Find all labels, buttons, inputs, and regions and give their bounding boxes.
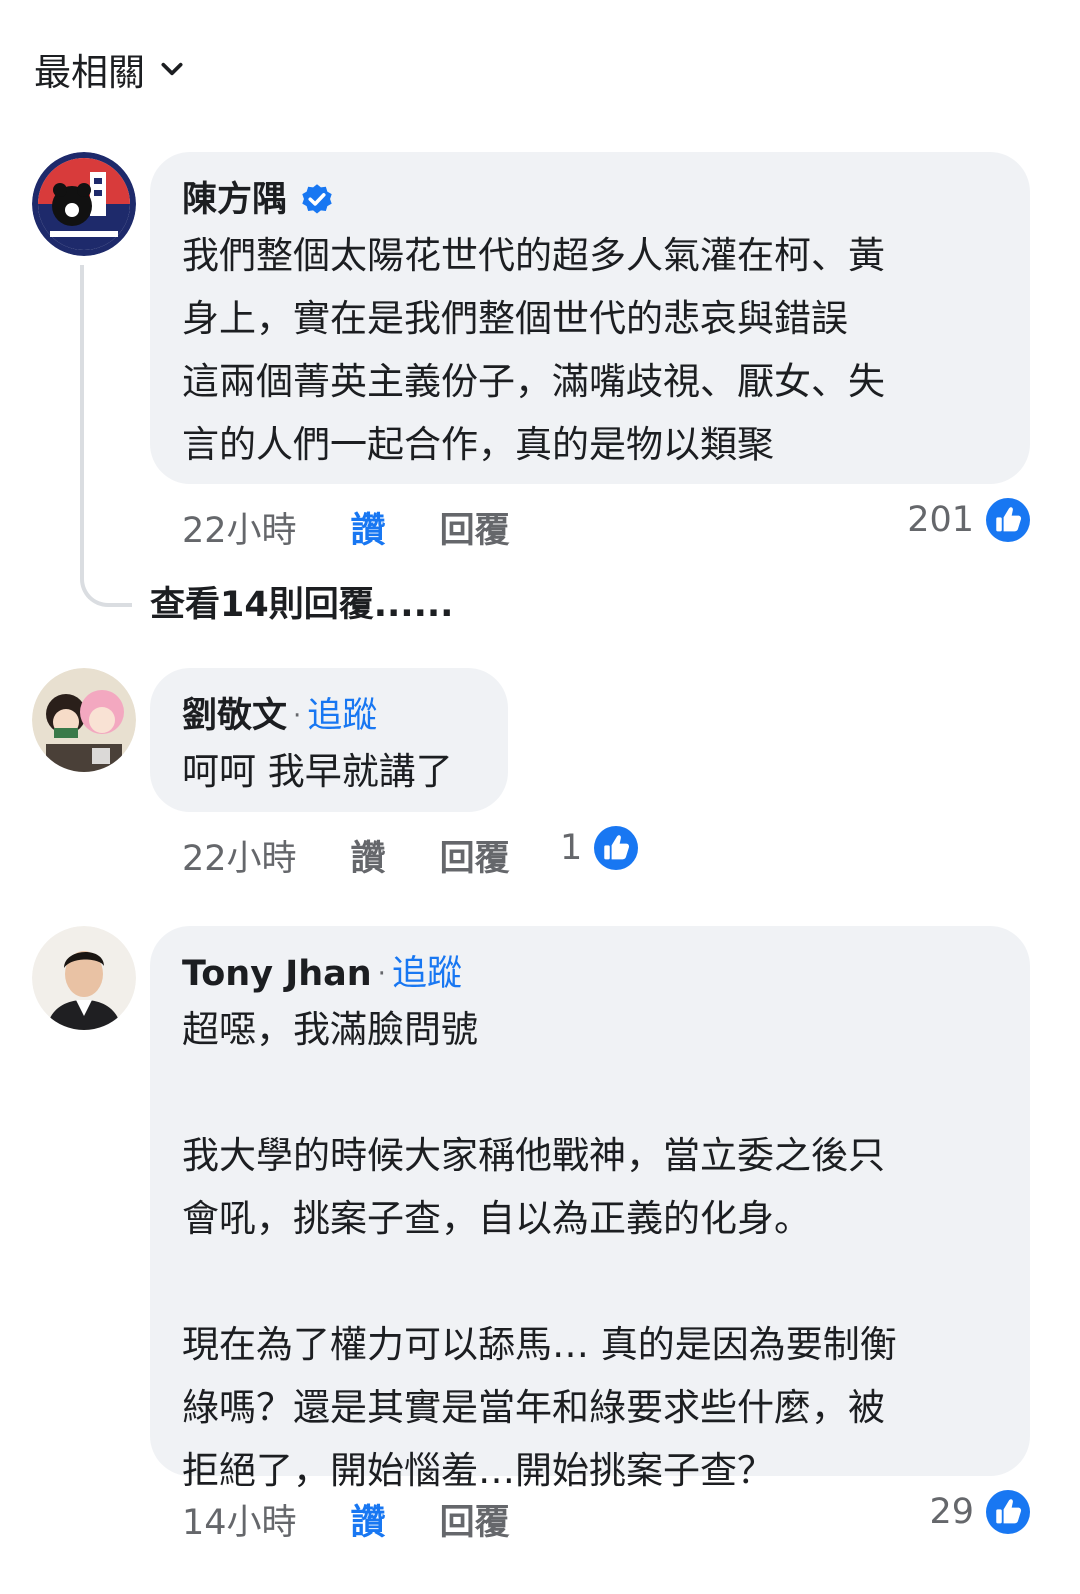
sort-label: 最相關 xyxy=(34,51,145,94)
like-reaction-icon xyxy=(986,1490,1030,1534)
anime-avatar-icon xyxy=(32,668,136,772)
like-button[interactable]: 讚 xyxy=(351,502,386,553)
reaction-count: 1 xyxy=(560,828,583,868)
comment-bubble: Tony Jhan · 追蹤 超噁，我滿臉問號 我大學的時候大家稱他戰神，當立委… xyxy=(150,926,1030,1492)
comment-actions: 14小時 讚 回覆 xyxy=(182,1494,510,1545)
comment-text: 超噁，我滿臉問號 我大學的時候大家稱他戰神，當立委之後只 會吼，挑案子查，自以為… xyxy=(182,1008,897,1492)
chevron-down-icon xyxy=(161,62,183,76)
comment-time[interactable]: 22小時 xyxy=(182,830,297,881)
like-reaction-icon xyxy=(594,826,639,870)
reaction-summary[interactable]: 29 xyxy=(929,1490,1030,1534)
comment-bubble: 陳方隅 我們整個太陽花世代的超多人氣灌在柯、黃 身上，實在是我們整個世代的悲哀與… xyxy=(150,152,1030,484)
like-reaction-icon xyxy=(986,498,1030,542)
comment-author[interactable]: Tony Jhan xyxy=(182,950,372,998)
comment-actions: 22小時 讚 回覆 xyxy=(182,830,510,881)
comment-bubble: 劉敬文 · 追蹤 呵呵 我早就講了 xyxy=(150,668,508,812)
doublethink-logo-icon xyxy=(32,152,136,256)
follow-button[interactable]: 追蹤 xyxy=(307,692,377,740)
comment-author[interactable]: 陳方隅 xyxy=(182,176,287,224)
follow-button[interactable]: 追蹤 xyxy=(392,950,462,998)
comment-text: 我們整個太陽花世代的超多人氣灌在柯、黃 身上，實在是我們整個世代的悲哀與錯誤 這… xyxy=(182,234,885,466)
comment-time[interactable]: 22小時 xyxy=(182,502,297,553)
avatar[interactable] xyxy=(32,926,136,1030)
reaction-summary[interactable]: 201 xyxy=(907,498,1030,542)
comment-time[interactable]: 14小時 xyxy=(182,1494,297,1545)
reply-thread-line xyxy=(80,265,132,607)
sort-dropdown[interactable]: 最相關 xyxy=(34,42,185,96)
like-button[interactable]: 讚 xyxy=(351,830,386,881)
comment-author[interactable]: 劉敬文 xyxy=(182,692,287,740)
comment-actions: 22小時 讚 回覆 xyxy=(182,502,510,553)
reaction-count: 29 xyxy=(929,1492,974,1532)
verified-badge-icon xyxy=(302,184,332,214)
avatar[interactable] xyxy=(32,152,136,256)
like-button[interactable]: 讚 xyxy=(351,1494,386,1545)
avatar[interactable] xyxy=(32,668,136,772)
view-replies-link[interactable]: 查看14則回覆...... xyxy=(150,576,453,627)
profile-photo-icon xyxy=(32,926,136,1030)
comment-text: 呵呵 我早就講了 xyxy=(182,750,453,793)
reply-button[interactable]: 回覆 xyxy=(440,1494,510,1545)
reply-button[interactable]: 回覆 xyxy=(440,502,510,553)
reaction-count: 201 xyxy=(907,500,974,540)
reply-button[interactable]: 回覆 xyxy=(440,830,510,881)
reaction-summary[interactable]: 1 xyxy=(560,826,639,870)
